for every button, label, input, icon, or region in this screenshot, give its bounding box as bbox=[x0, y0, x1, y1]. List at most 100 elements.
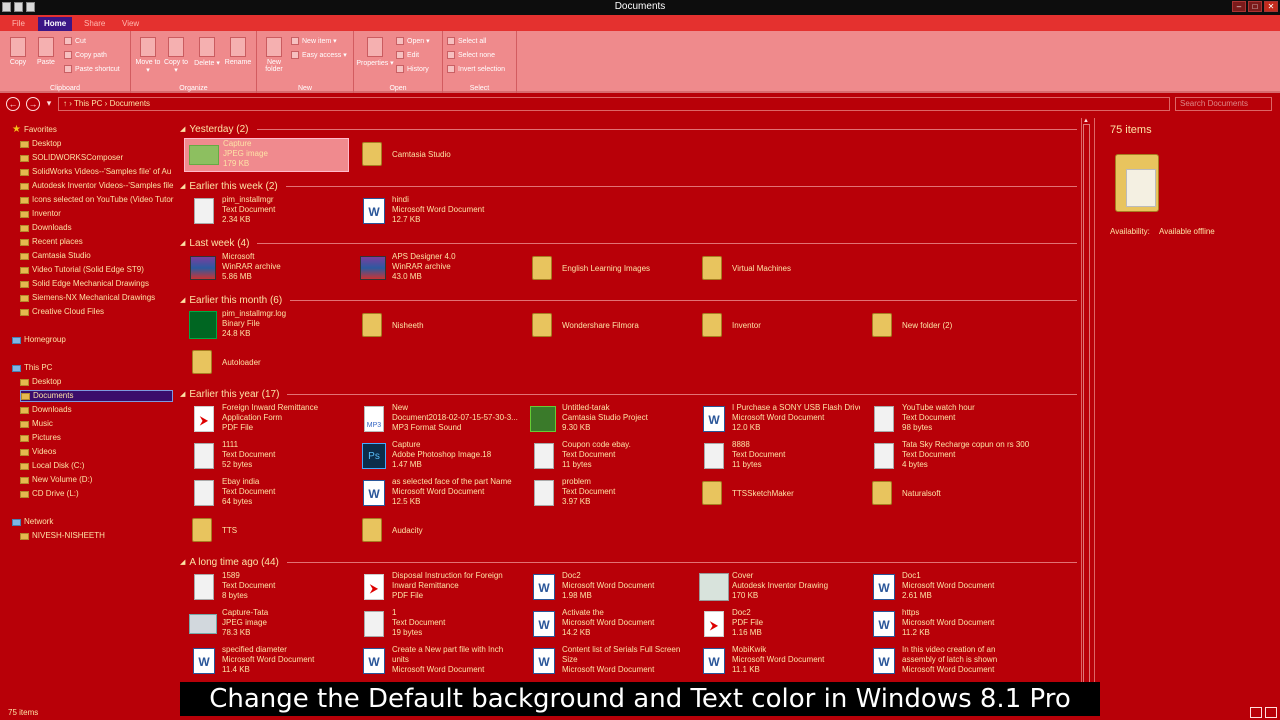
vertical-scrollbar[interactable]: ▲ bbox=[1081, 118, 1091, 703]
file-item[interactable]: MP3 New Document2018-02-07-15-57-30-3... MP… bbox=[354, 403, 519, 437]
nav-item[interactable]: Siemens-NX Mechanical Drawings bbox=[20, 292, 155, 304]
scrollbar-thumb[interactable] bbox=[1083, 124, 1090, 694]
collapse-icon[interactable]: ◢ bbox=[180, 558, 185, 566]
open-button[interactable]: Open ▾ bbox=[396, 37, 430, 45]
maximize-button[interactable]: □ bbox=[1248, 1, 1262, 12]
back-button[interactable]: ← bbox=[6, 97, 20, 111]
copy-path-button[interactable]: Copy path bbox=[64, 51, 107, 59]
nav-item[interactable]: SolidWorks Videos--'Samples file' of Au bbox=[20, 166, 171, 178]
breadcrumb-this-pc[interactable]: This PC bbox=[74, 99, 102, 108]
file-item[interactable]: Ebay india Text Document 64 bytes bbox=[184, 477, 349, 511]
nav-item[interactable]: Icons selected on YouTube (Video Tutor bbox=[20, 194, 173, 206]
nav-item[interactable]: Recent places bbox=[20, 236, 83, 248]
nav-item[interactable]: Creative Cloud Files bbox=[20, 306, 104, 318]
file-item[interactable]: Inventor bbox=[694, 309, 859, 343]
paste-button[interactable]: Paste bbox=[34, 37, 58, 66]
file-item[interactable]: Tata Sky Recharge copun on rs 300 Text Do… bbox=[864, 440, 1029, 474]
forward-button[interactable]: → bbox=[26, 97, 40, 111]
nav-item[interactable]: Solid Edge Mechanical Drawings bbox=[20, 278, 149, 290]
rename-button[interactable]: Rename bbox=[223, 37, 253, 66]
file-item[interactable]: Was selected face of the part Name Micros… bbox=[354, 477, 519, 511]
up-icon[interactable]: ↑ bbox=[63, 99, 67, 108]
file-item[interactable]: Ps Capture Adobe Photoshop Image.18 1.47 MB bbox=[354, 440, 519, 474]
group-header[interactable]: ◢ Yesterday (2) bbox=[180, 122, 1077, 136]
nav-item[interactable]: Downloads bbox=[20, 222, 72, 234]
favorites-node[interactable]: ★ Favorites bbox=[12, 124, 57, 136]
collapse-icon[interactable]: ◢ bbox=[180, 390, 185, 398]
file-item[interactable]: English Learning Images bbox=[524, 252, 689, 286]
move-to-button[interactable]: Move to ▾ bbox=[135, 37, 161, 74]
file-item[interactable]: Nisheeth bbox=[354, 309, 519, 343]
file-item[interactable]: pim_installmgr Text Document 2.34 KB bbox=[184, 195, 349, 229]
file-item[interactable]: 1 Text Document 19 bytes bbox=[354, 608, 519, 642]
file-item[interactable]: W MobiKwik Microsoft Word Document 11.1 KB bbox=[694, 645, 859, 679]
file-item[interactable]: 1111 Text Document 52 bytes bbox=[184, 440, 349, 474]
select-all-button[interactable]: Select all bbox=[447, 37, 486, 45]
new-item-button[interactable]: New item ▾ bbox=[291, 37, 337, 45]
easy-access-button[interactable]: Easy access ▾ bbox=[291, 51, 347, 59]
nav-item[interactable]: NIVESH-NISHEETH bbox=[20, 530, 105, 542]
file-item[interactable]: W In this video creation of an assembly of… bbox=[864, 645, 1029, 679]
breadcrumb-documents[interactable]: Documents bbox=[110, 99, 150, 108]
file-item[interactable]: Naturalsoft bbox=[864, 477, 1029, 511]
close-button[interactable]: ✕ bbox=[1264, 1, 1278, 12]
file-item[interactable]: Whttps Microsoft Word Document 11.2 KB bbox=[864, 608, 1029, 642]
nav-item[interactable]: Pictures bbox=[20, 432, 61, 444]
file-item[interactable]: Audacity bbox=[354, 514, 519, 548]
collapse-icon[interactable]: ◢ bbox=[180, 296, 185, 304]
group-header[interactable]: ◢ Last week (4) bbox=[180, 236, 1077, 250]
nav-item[interactable]: Video Tutorial (Solid Edge ST9) bbox=[20, 264, 144, 276]
file-item[interactable]: ⮞ Doc2 PDF File 1.16 MB bbox=[694, 608, 859, 642]
group-header[interactable]: ◢ Earlier this month (6) bbox=[180, 293, 1077, 307]
search-input[interactable]: Search Documents bbox=[1175, 97, 1272, 111]
file-item[interactable]: W Doc1 Microsoft Word Document 2.61 MB bbox=[864, 571, 1029, 605]
file-item[interactable]: YouTube watch hour Text Document 98 bytes bbox=[864, 403, 1029, 437]
file-item[interactable]: TTSSketchMaker bbox=[694, 477, 859, 511]
file-item[interactable]: problem Text Document 3.97 KB bbox=[524, 477, 689, 511]
file-item[interactable]: Wondershare Filmora bbox=[524, 309, 689, 343]
file-item[interactable]: 1589 Text Document 8 bytes bbox=[184, 571, 349, 605]
tab-view[interactable]: View bbox=[116, 17, 145, 31]
tab-home[interactable]: Home bbox=[38, 17, 73, 31]
nav-item[interactable]: Camtasia Studio bbox=[20, 250, 91, 262]
file-item[interactable]: W Doc2 Microsoft Word Document 1.98 MB bbox=[524, 571, 689, 605]
nav-item[interactable]: Inventor bbox=[20, 208, 61, 220]
file-item[interactable]: pim_installmgr.log Binary File 24.8 KB bbox=[184, 309, 349, 343]
file-item[interactable]: 8888 Text Document 11 bytes bbox=[694, 440, 859, 474]
large-icons-view-icon[interactable] bbox=[1265, 707, 1277, 718]
new-folder-button[interactable]: New folder bbox=[261, 37, 287, 73]
file-item[interactable]: New folder (2) bbox=[864, 309, 1029, 343]
file-item[interactable]: Whindi Microsoft Word Document 12.7 KB bbox=[354, 195, 519, 229]
collapse-icon[interactable]: ◢ bbox=[180, 239, 185, 247]
file-item[interactable]: Cover Autodesk Inventor Drawing 170 KB bbox=[694, 571, 859, 605]
nav-item[interactable]: Desktop bbox=[20, 138, 61, 150]
file-item[interactable]: Camtasia Studio bbox=[354, 138, 519, 172]
file-item[interactable]: Autoloader bbox=[184, 346, 349, 380]
file-item[interactable]: Untitled-tarak Camtasia Studio Project 9.3… bbox=[524, 403, 689, 437]
file-item[interactable]: W Create a New part file with Inch units Mi… bbox=[354, 645, 519, 679]
group-header[interactable]: ◢ Earlier this week (2) bbox=[180, 179, 1077, 193]
cut-button[interactable]: Cut bbox=[64, 37, 86, 45]
address-input[interactable]: ↑ › This PC › Documents bbox=[58, 97, 1170, 111]
history-button[interactable]: History bbox=[396, 65, 429, 73]
details-view-icon[interactable] bbox=[1250, 707, 1262, 718]
collapse-icon[interactable]: ◢ bbox=[180, 125, 185, 133]
nav-item[interactable]: Music bbox=[20, 418, 53, 430]
file-item[interactable]: W Activate the Microsoft Word Document 14.2… bbox=[524, 608, 689, 642]
network-node[interactable]: Network bbox=[12, 516, 53, 528]
edit-button[interactable]: Edit bbox=[396, 51, 419, 59]
recent-locations-icon[interactable]: ▾ bbox=[44, 97, 54, 111]
file-item[interactable]: W Content list of Serials Full Screen Size… bbox=[524, 645, 689, 679]
copy-to-button[interactable]: Copy to ▾ bbox=[163, 37, 189, 74]
nav-item[interactable]: Desktop bbox=[20, 376, 61, 388]
homegroup-node[interactable]: Homegroup bbox=[12, 334, 66, 346]
file-item[interactable]: Microsoft WinRAR archive 5.86 MB bbox=[184, 252, 349, 286]
file-item[interactable]: Coupon code ebay. Text Document 11 bytes bbox=[524, 440, 689, 474]
file-item[interactable]: Wspecified diameter Microsoft Word Docume… bbox=[184, 645, 349, 679]
group-header[interactable]: ◢ A long time ago (44) bbox=[180, 555, 1077, 569]
file-item[interactable]: ⮞ Disposal Instruction for Foreign Inward … bbox=[354, 571, 519, 605]
collapse-icon[interactable]: ◢ bbox=[180, 182, 185, 190]
properties-button[interactable]: Properties ▾ bbox=[356, 37, 394, 67]
nav-item[interactable]: Downloads bbox=[20, 404, 72, 416]
file-item[interactable]: Capture-Tata JPEG image 78.3 KB bbox=[184, 608, 349, 642]
